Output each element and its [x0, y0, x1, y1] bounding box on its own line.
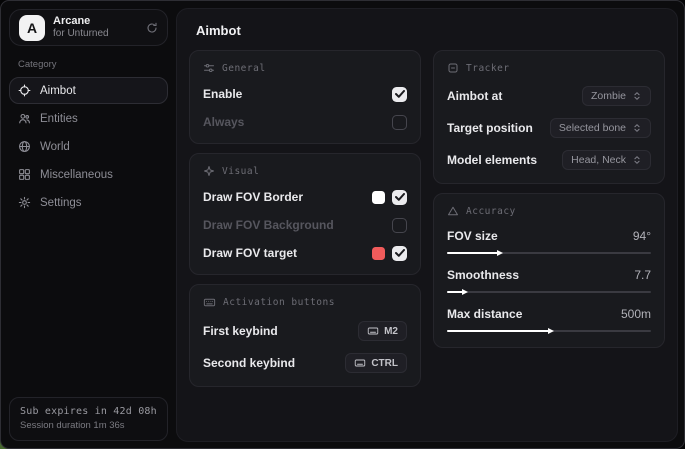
- screen: A Arcane for Unturned Category: [0, 0, 685, 449]
- draw-fov-target-label: Draw FOV target: [203, 246, 297, 260]
- sidebar-item-label: World: [40, 141, 70, 153]
- sidebar-item-label: Settings: [40, 197, 82, 209]
- smoothness-label: Smoothness: [447, 268, 519, 282]
- sidebar-item-label: Miscellaneous: [40, 169, 113, 181]
- slider-fill: [447, 252, 498, 254]
- accuracy-card: Accuracy FOV size 94°: [433, 193, 665, 348]
- subscription-status: Sub expires in 42d 08h Session duration …: [9, 397, 168, 441]
- always-label: Always: [203, 115, 244, 129]
- keyboard-icon: [354, 357, 366, 369]
- max-distance-row: Max distance 500m: [447, 307, 651, 334]
- max-distance-slider[interactable]: [447, 327, 651, 334]
- card-label: Tracker: [466, 63, 510, 74]
- users-icon: [18, 112, 31, 125]
- first-keybind-button[interactable]: M2: [358, 321, 407, 341]
- sidebar-item-entities[interactable]: Entities: [9, 105, 168, 132]
- globe-icon: [18, 140, 31, 153]
- fov-size-slider[interactable]: [447, 249, 651, 256]
- visual-card: Visual Draw FOV Border: [189, 153, 421, 275]
- model-elements-label: Model elements: [447, 153, 537, 167]
- card-label: General: [222, 63, 266, 74]
- fov-border-color-swatch[interactable]: [372, 191, 385, 204]
- first-keybind-value: M2: [384, 326, 398, 337]
- smoothness-slider[interactable]: [447, 288, 651, 295]
- session-duration-text: Session duration 1m 36s: [20, 420, 157, 431]
- arcane-window: A Arcane for Unturned Category: [0, 0, 685, 449]
- slider-fill: [447, 330, 549, 332]
- fov-target-color-swatch[interactable]: [372, 247, 385, 260]
- sidebar-item-aimbot[interactable]: Aimbot: [9, 77, 168, 104]
- second-keybind-value: CTRL: [371, 358, 398, 369]
- fov-size-row: FOV size 94°: [447, 229, 651, 256]
- app-subtitle: for Unturned: [53, 28, 138, 40]
- tracker-card: Tracker Aimbot at Zombie: [433, 50, 665, 184]
- sidebar: A Arcane for Unturned Category: [1, 1, 176, 448]
- sidebar-item-miscellaneous[interactable]: Miscellaneous: [9, 161, 168, 188]
- card-label: Visual: [222, 166, 259, 177]
- target-position-select[interactable]: Selected bone: [550, 118, 651, 138]
- keyboard-icon: [203, 296, 216, 309]
- card-label: Accuracy: [466, 206, 516, 217]
- chevrons-up-down-icon: [632, 123, 642, 133]
- general-card: General Enable Always: [189, 50, 421, 144]
- second-keybind-button[interactable]: CTRL: [345, 353, 407, 373]
- chevrons-up-down-icon: [632, 155, 642, 165]
- aimbot-at-label: Aimbot at: [447, 89, 502, 103]
- activation-buttons-card: Activation buttons First keybind M2: [189, 284, 421, 387]
- brand-header: A Arcane for Unturned: [9, 9, 168, 46]
- enable-checkbox[interactable]: [392, 87, 407, 102]
- sparkle-icon: [203, 165, 215, 177]
- fov-size-label: FOV size: [447, 229, 498, 243]
- page-title: Aimbot: [196, 23, 665, 38]
- app-logo: A: [19, 15, 45, 41]
- sidebar-item-world[interactable]: World: [9, 133, 168, 160]
- right-column: Tracker Aimbot at Zombie: [433, 50, 665, 348]
- chevrons-up-down-icon: [632, 91, 642, 101]
- fov-size-value: 94°: [633, 229, 651, 243]
- max-distance-label: Max distance: [447, 307, 522, 321]
- triangle-icon: [447, 205, 459, 217]
- crosshair-icon: [18, 84, 31, 97]
- sidebar-nav: Aimbot Entities: [1, 77, 176, 217]
- slider-track: [447, 291, 651, 293]
- refresh-icon[interactable]: [146, 22, 158, 34]
- smoothness-value: 7.7: [634, 268, 651, 282]
- draw-fov-target-checkbox[interactable]: [392, 246, 407, 261]
- app-name: Arcane: [53, 15, 138, 28]
- aimbot-at-select[interactable]: Zombie: [582, 86, 651, 106]
- tracker-icon: [447, 62, 459, 74]
- aimbot-at-value: Zombie: [591, 90, 626, 102]
- sub-expires-text: Sub expires in 42d 08h: [20, 406, 157, 417]
- model-elements-value: Head, Neck: [571, 154, 626, 166]
- main-panel: Aimbot General: [176, 8, 678, 442]
- draw-fov-background-label: Draw FOV Background: [203, 218, 334, 232]
- keyboard-icon: [367, 325, 379, 337]
- max-distance-value: 500m: [621, 307, 651, 321]
- second-keybind-label: Second keybind: [203, 356, 295, 370]
- card-label: Activation buttons: [223, 297, 335, 308]
- category-label: Category: [18, 59, 176, 70]
- model-elements-select[interactable]: Head, Neck: [562, 150, 651, 170]
- draw-fov-border-checkbox[interactable]: [392, 190, 407, 205]
- sliders-icon: [203, 62, 215, 74]
- draw-fov-background-checkbox[interactable]: [392, 218, 407, 233]
- left-column: General Enable Always: [189, 50, 421, 387]
- sidebar-item-label: Entities: [40, 113, 78, 125]
- sidebar-item-settings[interactable]: Settings: [9, 189, 168, 216]
- grid-icon: [18, 168, 31, 181]
- gear-icon: [18, 196, 31, 209]
- always-checkbox[interactable]: [392, 115, 407, 130]
- draw-fov-border-label: Draw FOV Border: [203, 190, 303, 204]
- target-position-label: Target position: [447, 121, 533, 135]
- sidebar-item-label: Aimbot: [40, 85, 76, 97]
- first-keybind-label: First keybind: [203, 324, 278, 338]
- slider-fill: [447, 291, 463, 293]
- target-position-value: Selected bone: [559, 122, 626, 134]
- enable-label: Enable: [203, 87, 242, 101]
- smoothness-row: Smoothness 7.7: [447, 268, 651, 295]
